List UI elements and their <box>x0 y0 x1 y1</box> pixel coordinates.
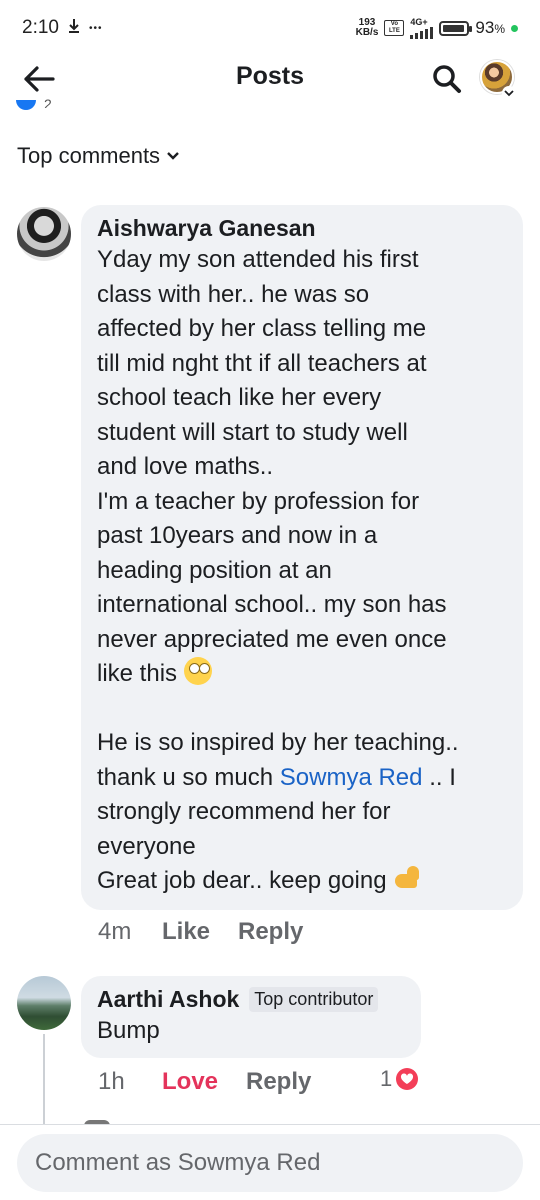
comment-author[interactable]: Aarthi Ashok <box>97 986 239 1013</box>
comment-line: thank u so much Sowmya Red .. I <box>97 763 456 791</box>
comment-line: international school.. my son has <box>97 591 447 618</box>
like-button[interactable]: Like <box>162 918 238 946</box>
comment-line: Great job dear.. keep going <box>97 864 507 899</box>
avatar[interactable] <box>17 976 71 1030</box>
reply-button[interactable]: Reply <box>246 1068 311 1096</box>
comment-line: heading position at an <box>97 556 332 584</box>
thread-line <box>43 1034 45 1124</box>
chevron-down-icon <box>502 86 516 100</box>
comment-line: and love maths.. <box>97 453 274 480</box>
comment-line: affected by her class telling me <box>97 315 427 342</box>
comment-line: I'm a teacher by profession for <box>97 487 420 515</box>
heart-icon <box>396 1068 419 1090</box>
comment-timestamp[interactable]: 1h <box>98 1068 162 1096</box>
network-type: 4G+ <box>410 16 428 27</box>
eye-roll-emoji-icon <box>183 657 212 685</box>
comment-text: Yday my son attended his first class wit… <box>97 243 507 899</box>
comment-text: Bump <box>97 1017 160 1044</box>
top-contributor-badge: Top contributor <box>249 987 379 1012</box>
network-speed: 193 KB/s <box>356 18 379 38</box>
signal-bars-icon <box>410 26 434 39</box>
comment-line: past 10years and now in a <box>97 522 378 549</box>
comment-line: school teach like her every <box>97 384 382 411</box>
status-time: 2:10 <box>22 17 59 38</box>
search-icon <box>433 65 461 93</box>
comment-line: never appreciated me even once <box>97 625 447 653</box>
signal-group: 4G+ <box>410 16 434 39</box>
comment-line: student will start to study well <box>97 418 408 446</box>
battery-fill <box>443 24 464 32</box>
status-right: 193 KB/s Vo LTE 4G+ 93% <box>356 16 518 39</box>
comment-bubble: Aishwarya Ganesan Yday my son attended h… <box>81 205 523 910</box>
chevron-down-icon <box>167 152 179 160</box>
reaction-count: 2 <box>44 96 52 108</box>
comment-input[interactable] <box>17 1134 523 1192</box>
reaction-count: 1 <box>380 1066 393 1091</box>
status-bar: 2:10 ••• 193 KB/s Vo LTE 4G+ 93% <box>0 0 540 56</box>
author-row: Aarthi Ashok Top contributor <box>97 986 405 1013</box>
comment-actions: 1h Love Reply <box>98 1068 311 1096</box>
comment-line: everyone <box>97 832 196 860</box>
avatar[interactable] <box>17 207 71 261</box>
comment-timestamp[interactable]: 4m <box>98 918 162 946</box>
battery-icon <box>439 20 473 36</box>
love-button[interactable]: Love <box>162 1068 246 1096</box>
comment-author[interactable]: Aishwarya Ganesan <box>97 215 507 242</box>
comment-line: Yday my son attended his first <box>97 246 419 273</box>
charging-dot <box>511 24 518 32</box>
sort-label: Top comments <box>17 143 161 168</box>
comment-line: strongly recommend her for <box>97 798 391 825</box>
search-button[interactable] <box>428 60 466 98</box>
mention-link[interactable]: Sowmya Red <box>280 764 423 791</box>
reply-button[interactable]: Reply <box>238 918 303 946</box>
comment-line: class with her.. he was so <box>97 280 370 308</box>
network-speed-unit: KB/s <box>355 27 379 38</box>
volte-icon: Vo LTE <box>384 20 405 36</box>
more-notifications-icon: ••• <box>88 22 103 34</box>
flexed-biceps-emoji-icon <box>393 864 423 892</box>
comment-line: He is so inspired by her teaching.. <box>97 729 459 756</box>
reaction-summary[interactable]: 1 <box>380 1066 419 1092</box>
battery-percent: 93% <box>475 18 505 37</box>
comment-composer <box>0 1124 540 1200</box>
comment-line: till mid nght tht if all teachers at <box>97 349 427 377</box>
status-left: 2:10 ••• <box>22 17 103 39</box>
app-header: Posts <box>0 56 540 102</box>
sort-comments-dropdown[interactable]: Top comments <box>17 143 180 169</box>
download-arrow-icon <box>67 18 81 39</box>
like-reaction-icon <box>16 100 38 110</box>
comment-line: like this <box>97 657 507 692</box>
comment-bubble: Aarthi Ashok Top contributor Bump <box>81 976 421 1058</box>
comment-actions: 4m Like Reply <box>98 918 303 946</box>
